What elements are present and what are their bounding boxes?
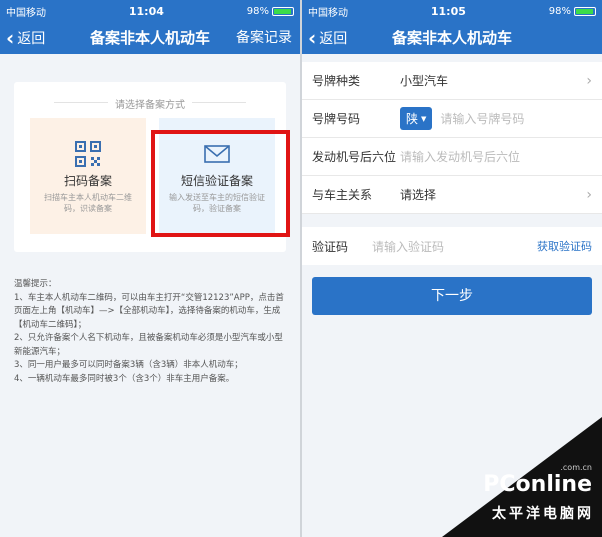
battery-icon [574, 6, 596, 16]
status-bar: 中国移动 11:05 98% [302, 0, 602, 22]
qr-code-icon [30, 140, 146, 168]
carrier-label: 中国移动 [6, 7, 46, 19]
chevron-left-icon: ‹ [6, 26, 15, 50]
tip-item: 1、车主本人机动车二维码，可以由车主打开“交管12123”APP，点击首页面左上… [14, 292, 284, 330]
plate-type-value: 小型汽车 [400, 74, 449, 88]
relation-value: 请选择 [400, 188, 437, 202]
watermark-domain: .com.cn [560, 463, 592, 472]
watermark-cn: 太平洋电脑网 [492, 506, 594, 522]
scan-code-desc: 扫描车主本人机动车二维码，识读备案 [44, 193, 132, 213]
plate-number-row: 号牌号码 陕 ▼ 请输入号牌号码 [302, 100, 602, 138]
plate-type-label: 号牌种类 [312, 74, 361, 88]
right-screen: 中国移动 11:05 98% ‹ 返回 备案非本人机动车 号牌种类 小型汽车 ›… [302, 0, 602, 537]
battery-percent: 98% [548, 5, 571, 17]
chevron-right-icon: › [586, 72, 592, 89]
verify-code-label: 验证码 [312, 239, 349, 254]
engine-number-label: 发动机号后六位 [312, 150, 397, 164]
method-hint: 请选择备案方式 [115, 100, 185, 111]
relation-label: 与车主关系 [312, 188, 373, 202]
back-button[interactable]: ‹ 返回 [6, 22, 45, 54]
battery-icon [272, 6, 294, 16]
nav-bar: ‹ 返回 备案非本人机动车 备案记录 [0, 22, 300, 54]
plate-type-row[interactable]: 号牌种类 小型汽车 › [302, 62, 602, 100]
engine-number-input[interactable]: 请输入发动机号后六位 [400, 148, 520, 165]
carrier-label: 中国移动 [308, 7, 348, 19]
clock: 11:04 [128, 4, 164, 18]
tip-item: 4、一辆机动车最多同时被3个（含3个）非车主用户备案。 [14, 373, 235, 384]
get-code-button[interactable]: 获取验证码 [537, 238, 592, 254]
back-button[interactable]: ‹ 返回 [308, 22, 347, 54]
caret-down-icon: ▼ [421, 114, 427, 123]
record-link[interactable]: 备案记录 [236, 22, 292, 54]
battery-percent: 98% [246, 5, 269, 17]
province-select[interactable]: 陕 ▼ [400, 107, 433, 130]
left-screen: 中国移动 11:04 98% ‹ 返回 备案非本人机动车 备案记录 请选择备案方… [0, 0, 302, 537]
next-step-button[interactable]: 下一步 [312, 277, 592, 315]
plate-number-label: 号牌号码 [312, 112, 361, 126]
chevron-right-icon: › [586, 186, 592, 203]
tip-item: 3、同一用户最多可以同时备案3辆（含3辆）非本人机动车； [14, 360, 243, 370]
watermark: .com.cn PConline 太平洋电脑网 [442, 417, 602, 537]
highlight-box [151, 130, 290, 237]
verify-code-input[interactable]: 请输入验证码 [372, 238, 444, 255]
scan-code-option[interactable]: 扫码备案 扫描车主本人机动车二维码，识读备案 [30, 118, 146, 234]
engine-number-row: 发动机号后六位 请输入发动机号后六位 [302, 138, 602, 176]
tips-title: 温馨提示： [14, 279, 57, 289]
relation-row[interactable]: 与车主关系 请选择 › [302, 176, 602, 214]
tip-item: 2、只允许备案个人名下机动车，且被备案机动车必须是小型汽车或小型新能源汽车； [14, 333, 283, 357]
status-bar: 中国移动 11:04 98% [0, 0, 300, 22]
clock: 11:05 [430, 4, 466, 18]
verify-code-row: 验证码 请输入验证码 获取验证码 [302, 227, 602, 265]
vehicle-form: 号牌种类 小型汽车 › 号牌号码 陕 ▼ 请输入号牌号码 发动机号后六位 请输入… [302, 62, 602, 214]
tips-section: 温馨提示： 1、车主本人机动车二维码，可以由车主打开“交管12123”APP，点… [14, 278, 290, 386]
plate-number-input[interactable]: 请输入号牌号码 [440, 110, 524, 127]
nav-bar: ‹ 返回 备案非本人机动车 [302, 22, 602, 54]
watermark-logo: PConline [483, 472, 592, 497]
chevron-left-icon: ‹ [308, 26, 317, 50]
scan-code-label: 扫码备案 [63, 174, 112, 188]
divider [192, 102, 246, 103]
